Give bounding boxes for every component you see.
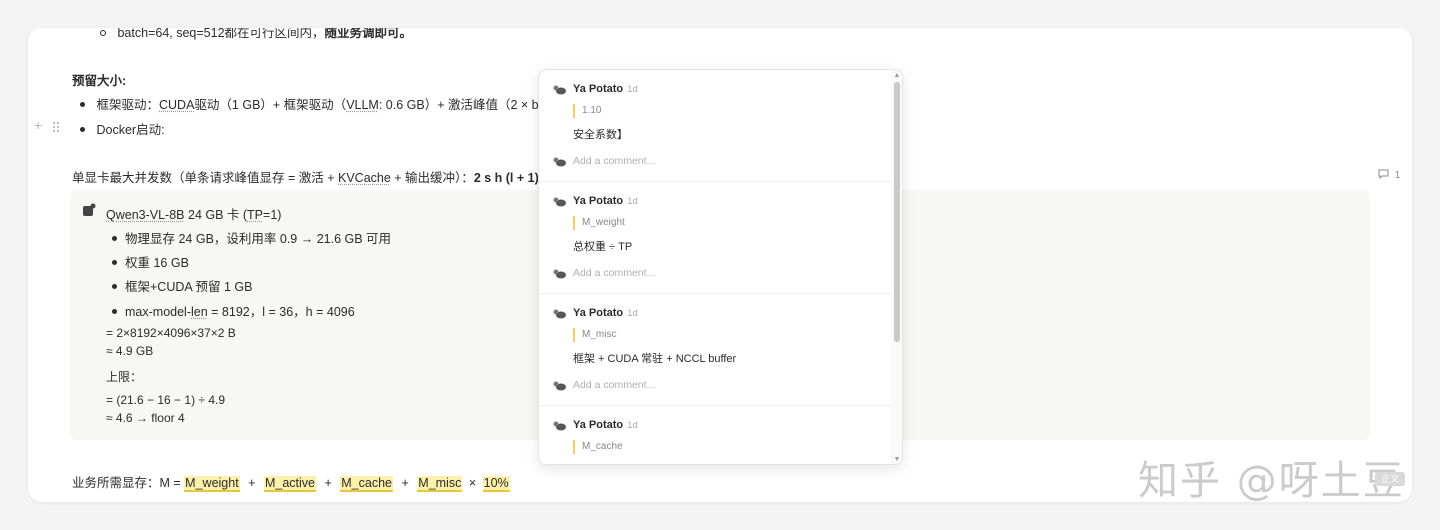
formula-text2: + 输出缓冲）： <box>390 171 474 185</box>
comment-author: Ya Potato 1d <box>573 307 638 319</box>
top-sub-bullet: batch=64, seq=512都在可行区间内，随业务调即可。 <box>100 28 412 41</box>
bottom-label: 业务所需显存：M = <box>72 476 185 490</box>
scroll-down-icon[interactable]: ▼ <box>893 456 901 464</box>
callout-item-3: 框架+CUDA 预留 1 GB <box>112 276 252 295</box>
comment-body: 总权重 ÷ TP <box>573 241 633 253</box>
comment-author: Ya Potato 1d <box>573 83 638 95</box>
callout-line-2: ≈ 4.9 GB <box>106 344 154 358</box>
callout-item-2-text: 权重 16 GB <box>125 256 189 270</box>
comment-quote[interactable]: M_misc <box>573 328 616 342</box>
callout-line-4: ≈ 4.6 → floor 4 <box>106 411 185 425</box>
callout-title-rest: 24 GB 卡 ( <box>184 208 248 222</box>
comment-icon <box>1378 169 1389 180</box>
bullet-icon <box>112 236 117 241</box>
callout-item-4-post: = 8192，l = 36，h = 4096 <box>207 305 355 319</box>
callout-title: Qwen3-VL-8B 24 GB 卡 (TP=1) <box>106 204 281 223</box>
comment-author-name: Ya Potato <box>573 83 624 95</box>
comment-thread-1: Ya Potato 1d 1.10 安全系数】 Add a comment... <box>539 70 891 182</box>
avatar-icon <box>553 421 566 431</box>
comment-author-name: Ya Potato <box>573 195 624 207</box>
comment-thread-3: Ya Potato 1d M_misc 框架 + CUDA 常驻 + NCCL b… <box>539 294 891 406</box>
top-item-text: batch=64, seq=512都在可行区间内， <box>117 28 325 40</box>
bottom-formula: 业务所需显存：M = M_weight + M_active + M_cache… <box>72 472 510 492</box>
reserve-item-1: 框架驱动：CUDA驱动（1 GB）+ 框架驱动（VLLM: 0.6 GB）+ 激… <box>80 94 559 113</box>
highlight-m-weight[interactable]: M_weight <box>184 476 240 492</box>
callout-icon <box>82 203 96 222</box>
comment-body: 安全系数】 <box>573 129 628 141</box>
callout-item-4-term: len <box>191 305 208 319</box>
reserve-item-1-post: 驱动（1 GB）+ 框架驱动（ <box>194 98 347 112</box>
callout-item-3-text: 框架+CUDA 预留 1 GB <box>125 280 253 294</box>
add-comment-input[interactable]: Add a comment... <box>573 267 655 279</box>
scrollbar-thumb[interactable] <box>894 82 900 342</box>
formula-line: 单显卡最大并发数（单条请求峰值显存 = 激活 + KVCache + 输出缓冲）… <box>72 167 560 186</box>
highlight-m-cache[interactable]: M_cache <box>340 476 393 492</box>
callout-title-tp: TP <box>247 208 264 222</box>
comment-time: 1d <box>627 196 638 207</box>
add-comment-input[interactable]: Add a comment... <box>573 155 655 167</box>
drag-handle-icon[interactable] <box>52 120 60 138</box>
highlight-safety-factor[interactable]: 10% <box>482 476 510 492</box>
bullet-icon <box>112 260 117 265</box>
callout-line-1: = 2×8192×4096×37×2 B <box>106 326 236 340</box>
formula-term: KVCache <box>338 171 391 185</box>
avatar-icon <box>553 269 566 279</box>
reserve-item-2: Docker启动: <box>80 119 165 138</box>
comment-author: Ya Potato 1d <box>573 195 638 207</box>
comment-body: 框架 + CUDA 常驻 + NCCL buffer <box>573 353 737 365</box>
plus-icon[interactable]: + <box>34 117 42 133</box>
callout-item-1-text: 物理显存 24 GB，设利用率 0.9 → 21.6 GB 可用 <box>125 232 392 246</box>
callout-line-3: = (21.6 − 16 − 1) ÷ 4.9 <box>106 393 225 407</box>
comment-quote[interactable]: M_weight <box>573 216 625 230</box>
callout-limit-label: 上限： <box>106 370 143 384</box>
comments-panel[interactable]: Ya Potato 1d 1.10 安全系数】 Add a comment... … <box>538 69 903 465</box>
operator: + <box>248 476 256 490</box>
reserve-heading: 预留大小: <box>72 74 127 88</box>
avatar-icon <box>553 197 566 207</box>
comment-count: 1 <box>1394 170 1401 181</box>
reserve-item-1-term2: VLLM <box>346 98 379 112</box>
operator: × <box>468 476 477 490</box>
top-item-bold: 随业务调即可。 <box>324 28 413 40</box>
avatar-icon <box>553 309 566 319</box>
hollow-bullet-icon <box>100 30 106 36</box>
bullet-icon <box>80 102 85 107</box>
operator: + <box>401 476 409 490</box>
add-comment-input[interactable]: Add a comment... <box>573 379 655 391</box>
comment-time: 1d <box>627 420 638 431</box>
callout-title-term: Qwen3-VL-8B <box>106 208 185 222</box>
reserve-item-1-term: CUDA <box>159 98 195 112</box>
formula-text: 单显卡最大并发数（单条请求峰值显存 = 激活 + <box>72 171 338 185</box>
comment-author-name: Ya Potato <box>573 307 624 319</box>
comment-thread-2: Ya Potato 1d M_weight 总权重 ÷ TP Add a comm… <box>539 182 891 294</box>
highlight-m-active[interactable]: M_active <box>263 476 316 492</box>
avatar-icon <box>553 85 566 95</box>
callout-title-end: =1) <box>263 208 282 222</box>
comment-quote[interactable]: 1.10 <box>573 104 601 118</box>
callout-item-2: 权重 16 GB <box>112 252 189 271</box>
avatar-icon <box>553 381 566 391</box>
bullet-icon <box>112 284 117 289</box>
comment-author-name: Ya Potato <box>573 419 624 431</box>
bullet-icon <box>80 127 85 132</box>
reserve-item-1-pre: 框架驱动： <box>96 98 159 112</box>
reserve-item-1-post2: : 0.6 GB）+ 激活峰值（2 × b × s <box>378 98 560 112</box>
highlight-m-misc[interactable]: M_misc <box>417 476 463 492</box>
operator: + <box>324 476 332 490</box>
reserve-item-2-text: Docker启动: <box>96 123 165 137</box>
comment-author: Ya Potato 1d <box>573 419 638 431</box>
comment-time: 1d <box>627 308 638 319</box>
bullet-icon <box>112 309 117 314</box>
page-badge[interactable]: 正文 <box>1375 472 1405 486</box>
comment-quote[interactable]: M_cache <box>573 440 623 454</box>
comment-count-badge[interactable]: 1 <box>1378 169 1400 181</box>
callout-item-1: 物理显存 24 GB，设利用率 0.9 → 21.6 GB 可用 <box>112 228 391 247</box>
avatar-icon <box>553 157 566 167</box>
comment-thread-4: Ya Potato 1d M_cache <box>539 406 891 464</box>
callout-item-4: max-model-len = 8192，l = 36，h = 4096 <box>112 301 355 320</box>
callout-item-4-pre: max-model- <box>125 305 191 319</box>
scroll-up-icon[interactable]: ▲ <box>893 72 901 80</box>
watermark: 知乎 @呀土豆 <box>1138 458 1405 504</box>
comment-time: 1d <box>627 84 638 95</box>
